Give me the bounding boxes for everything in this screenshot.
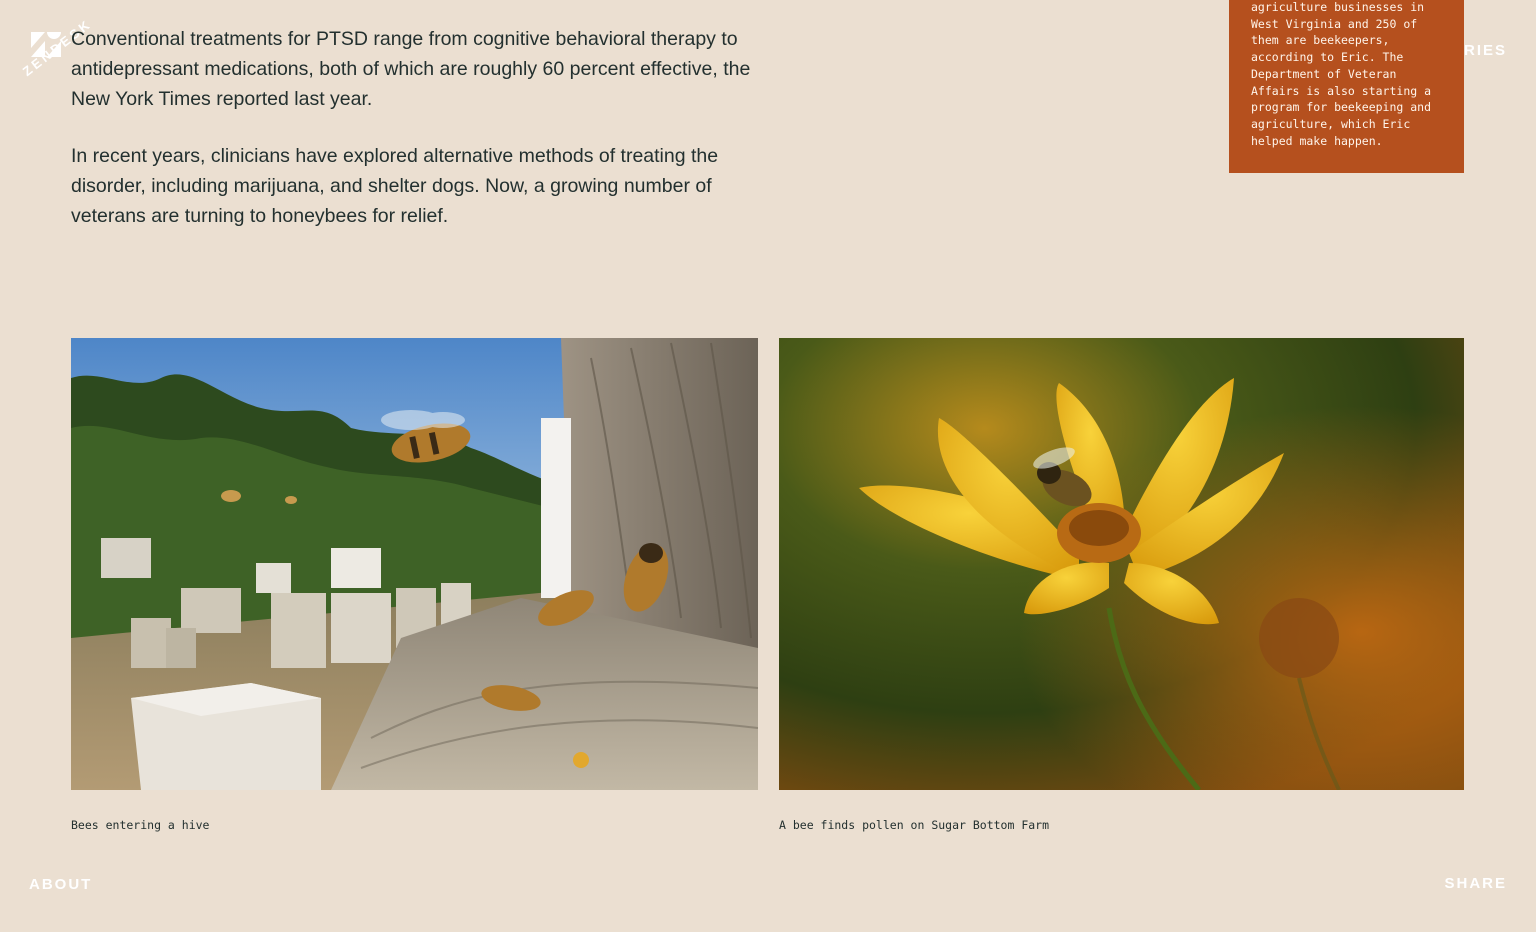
article-body: Conventional treatments for PTSD range f… [71,24,751,258]
photo-caption: A bee finds pollen on Sugar Bottom Farm [779,818,1050,832]
photo-caption: Bees entering a hive [71,818,210,832]
bee-flower-photo [779,338,1464,790]
article-paragraph: Conventional treatments for PTSD range f… [71,28,751,110]
sidebar-note: agriculture businesses in West Virginia … [1229,0,1464,173]
bees-hive-photo [71,338,758,790]
sidebar-note-text: agriculture businesses in West Virginia … [1251,0,1432,148]
nav-about-link[interactable]: ABOUT [29,876,92,893]
article-paragraph: In recent years, clinicians have explore… [71,145,719,227]
nav-share-link[interactable]: SHARE [1444,875,1507,892]
